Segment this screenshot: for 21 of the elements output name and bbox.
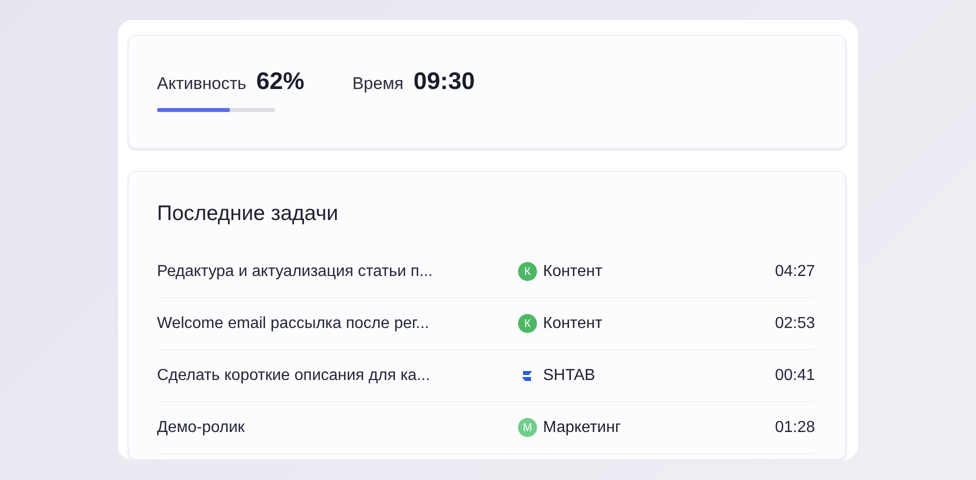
task-time: 04:27 — [774, 262, 815, 280]
task-title[interactable]: Редактура и актуализация статьи п... — [157, 262, 518, 280]
time-value: 09:30 — [413, 68, 475, 96]
project-avatar: К — [518, 262, 537, 281]
project-name: Контент — [543, 314, 602, 332]
task-title[interactable]: Welcome email рассылка после рег... — [157, 314, 518, 332]
project-name: Контент — [543, 262, 602, 280]
project-avatar: К — [518, 314, 537, 333]
task-time: 00:41 — [774, 366, 815, 384]
logo-icon — [520, 368, 534, 382]
project-name: SHTAB — [543, 366, 596, 384]
project-name: Маркетинг — [543, 418, 621, 436]
activity-label: Активность — [157, 74, 246, 94]
project-avatar: М — [518, 418, 537, 437]
task-title[interactable]: Демо-ролик — [157, 418, 518, 436]
task-time: 02:53 — [774, 314, 815, 332]
activity-value: 62% — [256, 68, 304, 96]
task-title[interactable]: Сделать короткие описания для ка... — [157, 366, 518, 384]
time-label: Время — [352, 74, 404, 94]
task-time: 01:28 — [774, 418, 815, 436]
section-title: Последние задачи — [157, 202, 340, 226]
